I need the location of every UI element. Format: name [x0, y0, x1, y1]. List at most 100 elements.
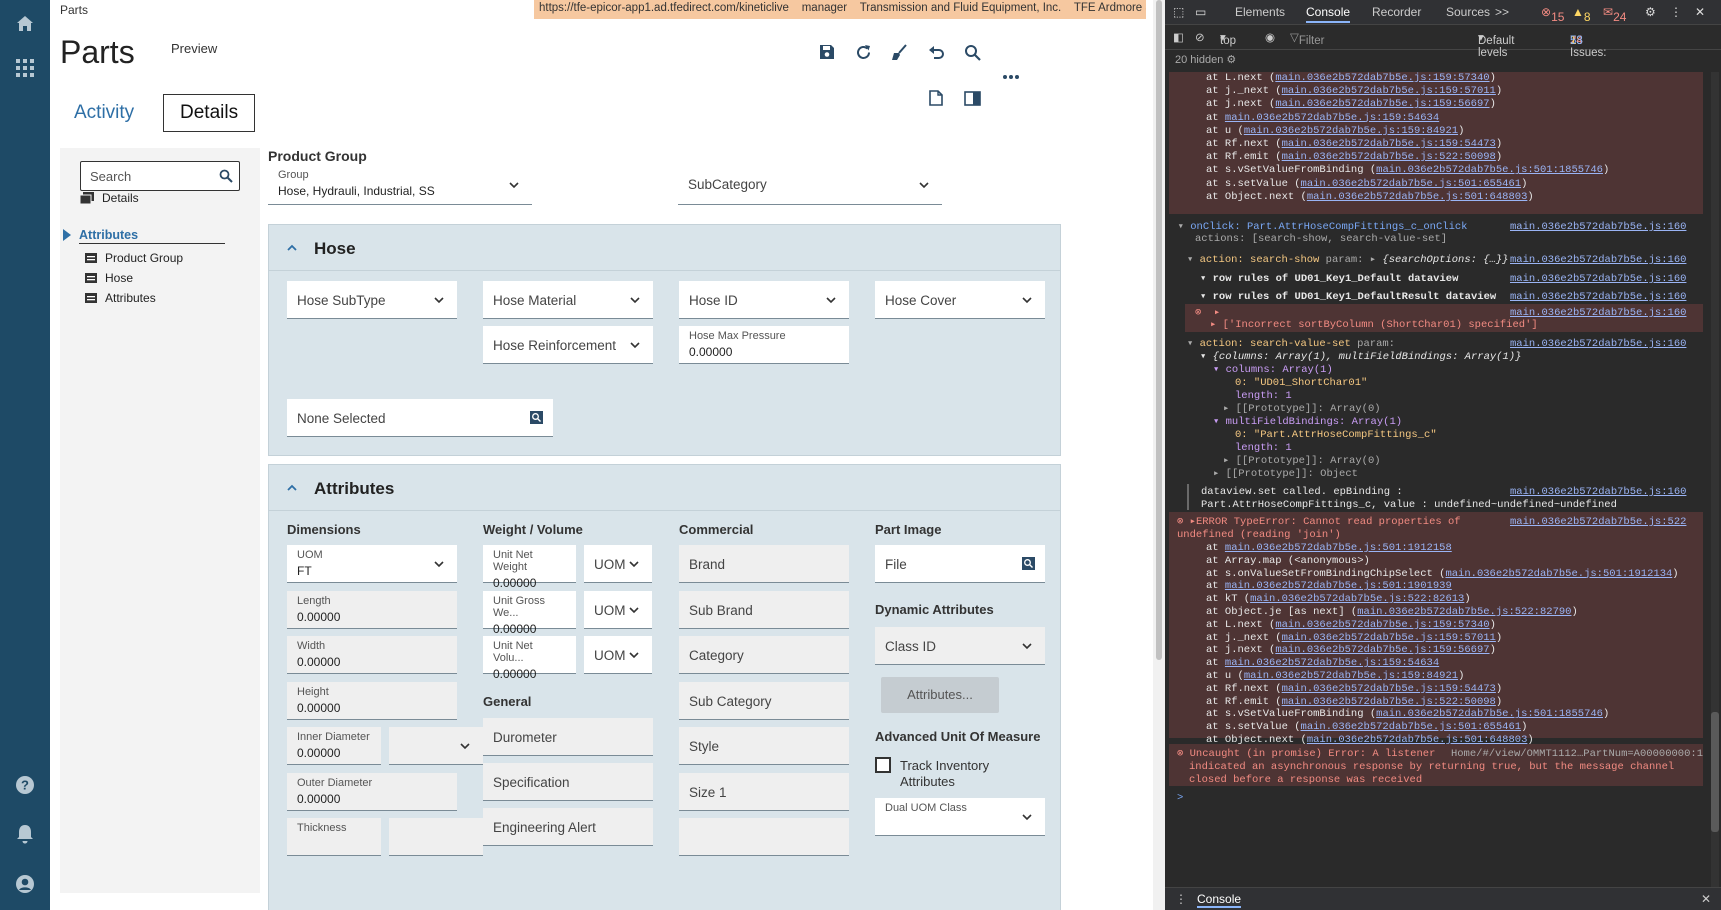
brand-field[interactable]: Brand [679, 545, 849, 583]
clear-console-icon[interactable]: ⊘ [1195, 30, 1205, 44]
stack-trace-line[interactable]: at u (main.036e2b572dab7b5e.js:159:84921… [1206, 670, 1721, 683]
sidebar-attributes-header[interactable]: Attributes [79, 228, 225, 244]
tab-console[interactable]: Console [1306, 5, 1351, 23]
message-count-badge[interactable]: ✉ 24 [1603, 5, 1626, 24]
stack-frame-link[interactable]: main.036e2b572dab7b5e.js:159:57340 [1275, 72, 1489, 84]
stack-frame-link[interactable]: main.036e2b572dab7b5e.js:501:648803 [1307, 191, 1528, 203]
drawer-tab-console[interactable]: Console [1197, 892, 1242, 908]
stack-trace-line[interactable]: at main.036e2b572dab7b5e.js:501:1912158 [1206, 542, 1721, 555]
inspect-icon[interactable]: ⬚ [1173, 5, 1184, 19]
stack-trace-line[interactable]: at j.next (main.036e2b572dab7b5e.js:159:… [1206, 98, 1721, 111]
search-icon[interactable] [958, 38, 986, 66]
stack-trace-line[interactable]: at j._next (main.036e2b572dab7b5e.js:159… [1206, 85, 1721, 98]
thickness-uom-dropdown[interactable] [389, 818, 483, 856]
clear-broom-icon[interactable] [885, 38, 913, 66]
tab-details[interactable]: Details [163, 94, 256, 132]
page-scrollbar[interactable] [1153, 0, 1165, 910]
stack-trace-line[interactable]: at s.vSetValueFromBinding (main.036e2b57… [1206, 708, 1721, 721]
file-field[interactable]: File [875, 545, 1045, 583]
stack-trace-line[interactable]: at main.036e2b572dab7b5e.js:159:54634 [1206, 112, 1721, 125]
stack-frame-link[interactable]: main.036e2b572dab7b5e.js:159:54473 [1282, 138, 1496, 150]
stack-trace-line[interactable]: at Rf.next (main.036e2b572dab7b5e.js:159… [1206, 138, 1721, 151]
net-weight-uom-dropdown[interactable]: UOM [584, 545, 652, 583]
stack-frame-link[interactable]: main.036e2b572dab7b5e.js:159:57011 [1282, 85, 1496, 97]
settings-gear-icon[interactable]: ⚙ [1645, 5, 1656, 19]
drawer-menu-icon[interactable]: ⋮ [1175, 892, 1187, 906]
columns-line[interactable]: ▾ columns: Array(1) [1213, 364, 1721, 377]
stack-trace-line[interactable]: at s.setValue (main.036e2b572dab7b5e.js:… [1206, 721, 1721, 734]
stack-trace-line[interactable]: at s.setValue (main.036e2b572dab7b5e.js:… [1206, 178, 1721, 191]
height-field[interactable]: Height 0.00000 [287, 682, 457, 720]
hose-id-dropdown[interactable]: Hose ID [679, 281, 849, 319]
stack-frame-link[interactable]: main.036e2b572dab7b5e.js:522:50098 [1282, 696, 1496, 708]
net-volume-uom-dropdown[interactable]: UOM [584, 636, 652, 674]
bell-icon[interactable] [12, 821, 38, 847]
prototype-obj-line[interactable]: ▸ [[Prototype]]: Object [1213, 468, 1721, 481]
attributes-panel-header[interactable]: Attributes [269, 465, 1060, 511]
size2-field[interactable] [679, 818, 849, 856]
hose-max-pressure-field[interactable]: Hose Max Pressure 0.00000 [679, 326, 849, 364]
tab-sources[interactable]: Sources [1446, 5, 1490, 19]
sub-category-field[interactable]: Sub Category [679, 682, 849, 720]
stack-frame-link[interactable]: main.036e2b572dab7b5e.js:501:1912158 [1225, 542, 1452, 554]
source-link[interactable]: main.036e2b572dab7b5e.js:522 [1510, 516, 1710, 529]
thickness-field[interactable]: Thickness [287, 818, 381, 856]
eye-icon[interactable]: ◉ [1265, 30, 1275, 44]
stack-trace-line[interactable]: at j.next (main.036e2b572dab7b5e.js:159:… [1206, 644, 1721, 657]
save-button[interactable] [813, 38, 841, 66]
device-toolbar-icon[interactable]: ▭ [1195, 5, 1206, 19]
search-lookup-icon[interactable] [530, 411, 543, 424]
attributes-button[interactable]: Attributes... [881, 677, 999, 713]
gross-weight-uom-dropdown[interactable]: UOM [584, 591, 652, 629]
stack-trace-line[interactable]: at s.onValueSetFromBindingChipSelect (ma… [1206, 568, 1721, 581]
stack-frame-link[interactable]: main.036e2b572dab7b5e.js:159:56697 [1275, 98, 1489, 110]
track-inventory-checkbox[interactable] [875, 757, 891, 773]
stack-trace-line[interactable]: at Rf.emit (main.036e2b572dab7b5e.js:522… [1206, 151, 1721, 164]
sidebar-item-attributes[interactable]: Attributes [85, 291, 156, 305]
refresh-icon[interactable] [849, 38, 877, 66]
category-field[interactable]: Category [679, 636, 849, 674]
breadcrumb[interactable]: Parts [60, 3, 88, 17]
stack-frame-link[interactable]: main.036e2b572dab7b5e.js:159:54634 [1225, 112, 1439, 124]
stack-trace-line[interactable]: at Array.map (<anonymous>) [1206, 555, 1721, 568]
stack-trace-line[interactable]: at L.next (main.036e2b572dab7b5e.js:159:… [1206, 72, 1721, 85]
sort-error-line[interactable]: ▸ ['Incorrect sortByColumn (ShortChar01)… [1210, 319, 1721, 332]
source-link[interactable]: main.036e2b572dab7b5e.js:160 [1510, 338, 1710, 351]
hose-reinforcement-dropdown[interactable]: Hose Reinforcement [483, 326, 653, 364]
user-avatar-icon[interactable] [12, 871, 38, 897]
search-lookup-icon[interactable] [1022, 557, 1035, 570]
stack-trace-line[interactable]: at j._next (main.036e2b572dab7b5e.js:159… [1206, 632, 1721, 645]
mfb-line[interactable]: ▾ multiFieldBindings: Array(1) [1213, 416, 1721, 429]
length-field[interactable]: Length 0.00000 [287, 591, 457, 629]
inner-diameter-uom-dropdown[interactable] [389, 727, 483, 765]
context-selector[interactable]: top ▾ [1220, 30, 1236, 47]
error-count-badge[interactable]: ⊗ 15 [1541, 5, 1564, 24]
dual-uom-class-dropdown[interactable]: Dual UOM Class [875, 798, 1045, 836]
stack-frame-link[interactable]: main.036e2b572dab7b5e.js:501:1855746 [1376, 164, 1603, 176]
durometer-field[interactable]: Durometer [483, 718, 653, 756]
apps-grid-icon[interactable] [12, 55, 38, 81]
stack-frame-link[interactable]: main.036e2b572dab7b5e.js:501:1901939 [1225, 580, 1452, 592]
hose-panel-header[interactable]: Hose [269, 225, 1060, 271]
stack-frame-link[interactable]: main.036e2b572dab7b5e.js:501:655461 [1301, 721, 1522, 733]
stack-trace-line[interactable]: at L.next (main.036e2b572dab7b5e.js:159:… [1206, 619, 1721, 632]
stack-frame-link[interactable]: main.036e2b572dab7b5e.js:522:50098 [1282, 151, 1496, 163]
tab-elements[interactable]: Elements [1235, 5, 1285, 19]
tab-recorder[interactable]: Recorder [1372, 5, 1421, 19]
stack-frame-link[interactable]: main.036e2b572dab7b5e.js:159:84921 [1244, 670, 1458, 682]
stack-frame-link[interactable]: main.036e2b572dab7b5e.js:159:54473 [1282, 683, 1496, 695]
kebab-menu-icon[interactable]: ⋮ [1670, 5, 1682, 19]
stack-trace-line[interactable]: at main.036e2b572dab7b5e.js:159:54634 [1206, 657, 1721, 670]
more-tabs-icon[interactable]: >> [1495, 5, 1509, 19]
stack-frame-link[interactable]: main.036e2b572dab7b5e.js:522:82613 [1250, 593, 1464, 605]
stack-trace-line[interactable]: at u (main.036e2b572dab7b5e.js:159:84921… [1206, 125, 1721, 138]
group-dropdown[interactable]: Group Hose, Hydrauli, Industrial, SS [268, 165, 532, 205]
stack-frame-link[interactable]: main.036e2b572dab7b5e.js:159:54634 [1225, 657, 1439, 669]
search-icon[interactable] [219, 169, 233, 183]
sidebar-item-hose[interactable]: Hose [85, 271, 133, 285]
stack-frame-link[interactable]: main.036e2b572dab7b5e.js:522:82790 [1357, 606, 1571, 618]
hose-subtype-dropdown[interactable]: Hose SubType [287, 281, 457, 319]
help-icon[interactable]: ? [12, 772, 38, 798]
prototype-line[interactable]: ▸ [[Prototype]]: Array(0) [1223, 403, 1721, 416]
stack-frame-link[interactable]: main.036e2b572dab7b5e.js:159:56697 [1275, 644, 1489, 656]
